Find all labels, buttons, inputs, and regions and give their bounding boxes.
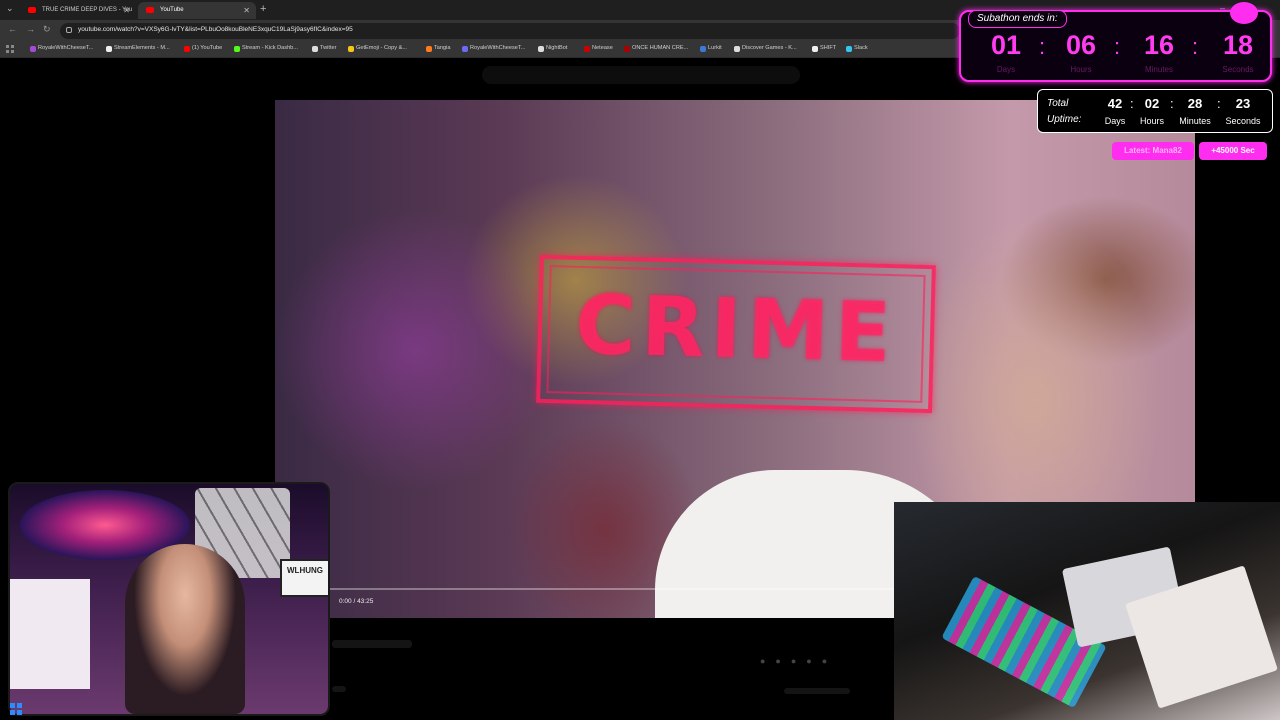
subathon-minutes-label: Minutes — [1144, 65, 1173, 74]
bookmark-item[interactable]: RoyaleWithCheeseT... — [462, 45, 525, 52]
bookmark-item[interactable]: Stream - Kick Dashb... — [234, 45, 298, 52]
back-icon[interactable]: ← — [8, 24, 17, 34]
uptime-hours: 02 — [1144, 96, 1160, 111]
latest-sub-badge: Latest: Mana82 — [1112, 142, 1194, 160]
bookmark-item[interactable]: Netease — [584, 45, 613, 52]
uptime-seconds: 23 — [1235, 96, 1251, 111]
separator: : — [1217, 96, 1221, 111]
bookmark-item[interactable]: RoyaleWithCheeseT... — [30, 45, 93, 52]
subathon-hours-label: Hours — [1070, 65, 1092, 74]
profile-avatar[interactable] — [1230, 2, 1258, 24]
title-skeleton — [332, 640, 412, 648]
webcam-desk — [894, 502, 1280, 720]
subathon-seconds: 18 — [1222, 30, 1254, 60]
site-info-icon[interactable] — [66, 27, 72, 33]
apps-grid-icon[interactable] — [6, 45, 14, 53]
wall-sign: WLHUNG — [280, 559, 328, 597]
forward-icon[interactable]: → — [26, 24, 35, 34]
crime-title-overlay: CRIME — [536, 254, 936, 414]
subathon-hours: 06 — [1065, 30, 1097, 60]
reload-icon[interactable]: ↻ — [43, 24, 51, 35]
video-time: 0:00 / 43:25 — [339, 598, 374, 605]
tab-label: YouTube — [160, 7, 184, 13]
new-tab-icon[interactable]: + — [260, 3, 266, 15]
uptime-seconds-label: Seconds — [1225, 116, 1261, 126]
separator: : — [1170, 96, 1174, 111]
separator: : — [1114, 34, 1121, 59]
bookmark-item[interactable]: StreamElements - M... — [106, 45, 170, 52]
subathon-days-label: Days — [996, 65, 1016, 74]
subathon-title: Subathon ends in: — [968, 10, 1067, 28]
uptime-minutes: 28 — [1187, 96, 1203, 111]
close-tab-icon[interactable]: ✕ — [243, 2, 250, 19]
streamer-figure — [125, 544, 245, 714]
bookmark-item[interactable]: Lurkit — [700, 45, 722, 52]
close-tab-icon[interactable]: ✕ — [123, 2, 130, 19]
bookmark-item[interactable]: Tangia — [426, 45, 450, 52]
bookmark-item[interactable]: SHIFT — [812, 45, 836, 52]
bonus-time-badge: +45000 Sec — [1199, 142, 1267, 160]
bookmark-item[interactable]: GetEmoji - Copy &... — [348, 45, 407, 52]
tab-search-icon[interactable]: ⌄ — [6, 3, 14, 14]
windows-start-icon[interactable] — [10, 703, 22, 715]
uptime-hours-label: Hours — [1139, 116, 1164, 126]
subathon-minutes: 16 — [1143, 30, 1175, 60]
webcam-streamer: WLHUNG — [8, 482, 330, 716]
action-skeleton — [784, 688, 850, 694]
bookmark-item[interactable]: NightBot — [538, 45, 567, 52]
background-window — [10, 579, 90, 689]
uptime-minutes-label: Minutes — [1179, 116, 1211, 126]
subathon-days: 01 — [990, 30, 1022, 60]
subathon-seconds-label: Seconds — [1222, 65, 1254, 74]
uptime-days: 42 — [1107, 96, 1123, 111]
url-text: youtube.com/watch?v=VXSy6G-lvTY&list=PLb… — [78, 26, 353, 33]
tab-true-crime[interactable]: TRUE CRIME DEEP DIVES - You ✕ — [20, 2, 136, 19]
uptime-days-label: Days — [1104, 116, 1126, 126]
bookmark-item[interactable]: Slack — [846, 45, 868, 52]
bookmark-item[interactable]: Discover Games - K... — [734, 45, 797, 52]
bookmark-item[interactable]: ONCE HUMAN CRE... — [624, 45, 688, 52]
loading-dots: ●●●●● — [760, 656, 838, 666]
youtube-icon — [146, 7, 154, 13]
channel-skeleton — [332, 686, 346, 692]
bookmark-item[interactable]: Twitter — [312, 45, 336, 52]
crime-title-text: CRIME — [574, 277, 899, 382]
search-bar-placeholder[interactable] — [482, 66, 800, 84]
youtube-icon — [28, 7, 36, 13]
separator: : — [1039, 34, 1046, 59]
bookmark-item[interactable]: (1) YouTube — [184, 45, 222, 52]
tab-label: TRUE CRIME DEEP DIVES - You — [42, 7, 133, 13]
url-field[interactable]: youtube.com/watch?v=VXSy6G-lvTY&list=PLb… — [60, 23, 960, 39]
tab-youtube[interactable]: YouTube ✕ — [138, 2, 256, 19]
uptime-title: Total Uptime: — [1047, 98, 1082, 125]
separator: : — [1192, 34, 1199, 59]
